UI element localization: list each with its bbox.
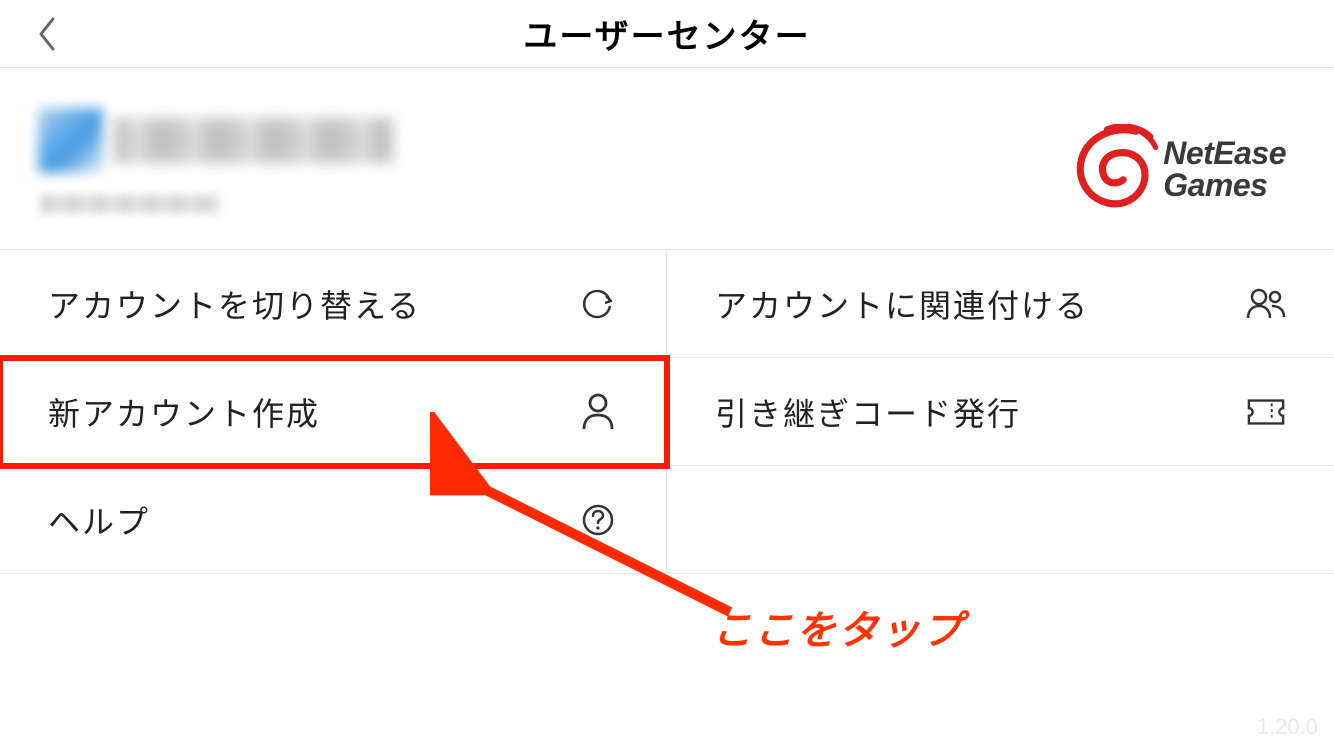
username-blurred <box>113 118 393 163</box>
empty-cell <box>667 466 1334 574</box>
netease-logo: NetEase Games <box>1071 124 1286 214</box>
ticket-icon <box>1246 392 1286 432</box>
header: ユーザーセンター <box>0 0 1334 68</box>
annotation-text: ここをタップ <box>712 598 964 656</box>
page-title: ユーザーセンター <box>523 9 810 58</box>
menu-label: ヘルプ <box>48 497 150 543</box>
menu-transfer-code[interactable]: 引き継ぎコード発行 <box>667 358 1334 466</box>
avatar <box>38 108 103 173</box>
menu-new-account[interactable]: 新アカウント作成 <box>0 358 667 466</box>
user-info <box>38 108 393 213</box>
menu-label: 新アカウント作成 <box>48 389 320 435</box>
help-icon <box>578 500 618 540</box>
menu-label: アカウントを切り替える <box>48 281 421 327</box>
logo-line1: NetEase <box>1163 137 1286 169</box>
chevron-left-icon <box>37 16 57 52</box>
menu-help[interactable]: ヘルプ <box>0 466 667 574</box>
user-section: NetEase Games <box>0 68 1334 250</box>
menu-link-account[interactable]: アカウントに関連付ける <box>667 250 1334 358</box>
person-icon <box>578 392 618 432</box>
menu-label: アカウントに関連付ける <box>715 281 1089 327</box>
users-icon <box>1246 284 1286 324</box>
user-id-blurred <box>40 195 220 213</box>
refresh-icon <box>578 284 618 324</box>
netease-swirl-icon <box>1071 124 1161 214</box>
logo-line2: Games <box>1163 169 1286 201</box>
back-button[interactable] <box>34 12 60 56</box>
menu-label: 引き継ぎコード発行 <box>715 389 1021 435</box>
menu-grid: アカウントを切り替える アカウントに関連付ける 新アカウント作成 <box>0 250 1334 574</box>
logo-text: NetEase Games <box>1163 137 1286 201</box>
version-label: 1.20.0 <box>1257 714 1318 740</box>
menu-switch-account[interactable]: アカウントを切り替える <box>0 250 667 358</box>
